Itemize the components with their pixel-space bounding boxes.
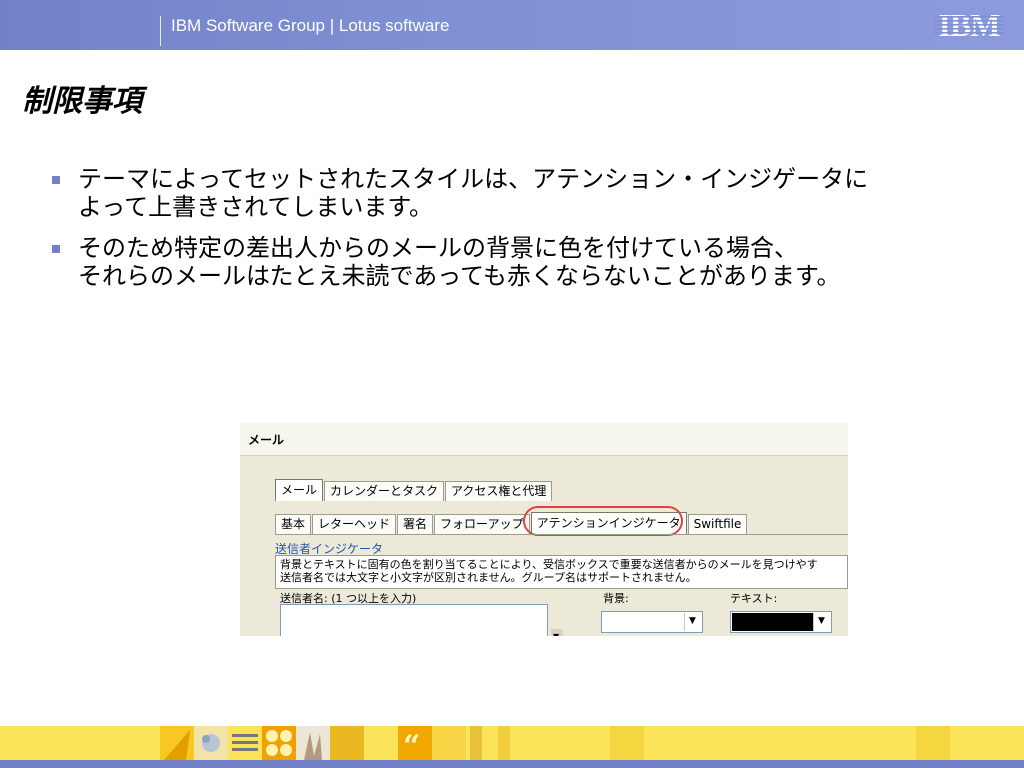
background-color-swatch: [603, 613, 685, 631]
scroll-down-button[interactable]: ▼: [551, 629, 563, 636]
header-divider: [160, 16, 161, 46]
footer-globe-icon: [202, 734, 220, 752]
description-box: 背景とテキストに固有の色を割り当てることにより、受信ボックスで重要な送信者からの…: [275, 555, 848, 589]
footer-yellow-band: [0, 726, 1024, 760]
mail-preferences-dialog: メール メール カレンダーとタスク アクセス権と代理 基本 レターヘッド 署名 …: [240, 423, 848, 636]
bullet-line: よって上書きされてしまいます。: [78, 193, 433, 221]
footer-tile: [610, 726, 644, 760]
tab-basics[interactable]: 基本: [275, 514, 312, 534]
description-line: 背景とテキストに固有の色を割り当てることにより、受信ボックスで重要な送信者からの…: [280, 558, 818, 571]
bullet-square-icon: [52, 245, 60, 253]
footer-band: “: [0, 726, 1024, 768]
highlight-circle: [523, 506, 683, 536]
sender-name-input[interactable]: [280, 604, 548, 636]
bullet-line: テーマによってセットされたスタイルは、アテンション・インジゲータに: [78, 165, 869, 193]
tab-letterhead[interactable]: レターヘッド: [312, 514, 397, 534]
footer-leaf-icon: [164, 730, 190, 760]
dialog-title: メール: [248, 433, 285, 447]
header-brand: IBM Software Group | Lotus software: [171, 16, 450, 35]
svg-text:“: “: [403, 729, 420, 760]
footer-tile: “: [398, 726, 432, 764]
background-color-select[interactable]: ▼: [601, 611, 703, 633]
bullet-square-icon: [52, 176, 60, 184]
ibm-logo: IBM: [934, 10, 1004, 40]
footer-tile: [262, 726, 296, 760]
bullet-list: テーマによってセットされたスタイルは、アテンション・インジゲータに よって上書き…: [48, 165, 908, 303]
header-bar: IBM Software Group | Lotus software IBM: [0, 0, 1024, 50]
text-color-swatch: [732, 613, 814, 631]
description-line: 送信者名では大文字と小文字が区別されません。グループ名はサポートされません。: [280, 571, 697, 584]
tab-swiftfile[interactable]: Swiftfile: [687, 514, 748, 534]
footer-tile: [432, 726, 466, 760]
footer-lines-icon: [232, 734, 258, 751]
triangle-down-icon: ▼: [553, 632, 559, 636]
dialog-title-bar: メール: [240, 423, 848, 456]
footer-tile: [916, 726, 950, 760]
dropdown-arrow-icon[interactable]: ▼: [684, 613, 701, 631]
footer-dots-icon: [266, 730, 292, 756]
footer-tile: [470, 726, 482, 760]
tab-calendar-tasks[interactable]: カレンダーとタスク: [324, 481, 445, 501]
footer-blue-bar: [0, 760, 1024, 768]
footer-tile: [160, 726, 194, 760]
tab-mail[interactable]: メール: [275, 479, 324, 501]
top-tab-row: メール カレンダーとタスク アクセス権と代理: [275, 479, 553, 501]
bullet-item: そのため特定の差出人からのメールの背景に色を付けている場合、 それらのメールはた…: [48, 234, 908, 290]
footer-tile: [228, 726, 262, 760]
footer-tile: [330, 726, 364, 760]
footer-quote-icon: “: [403, 729, 420, 764]
tab-divider: [275, 534, 848, 535]
bullet-line: そのため特定の差出人からのメールの背景に色を付けている場合、: [78, 234, 798, 262]
footer-tile: [364, 726, 398, 760]
text-color-select[interactable]: ▼: [730, 611, 832, 633]
footer-tile: [296, 726, 330, 760]
footer-tile: [498, 726, 510, 760]
background-label: 背景:: [603, 592, 629, 605]
page-title: 制限事項: [22, 84, 142, 119]
bullet-item: テーマによってセットされたスタイルは、アテンション・インジゲータに よって上書き…: [48, 165, 908, 221]
text-color-label: テキスト:: [730, 592, 778, 605]
footer-hands-icon: [304, 732, 322, 760]
tab-access-delegation[interactable]: アクセス権と代理: [445, 481, 553, 501]
tab-follow-up[interactable]: フォローアップ: [434, 514, 530, 534]
bullet-line: それらのメールはたとえ未読であっても赤くならないことがあります。: [78, 262, 841, 290]
tab-signature[interactable]: 署名: [397, 514, 434, 534]
dropdown-arrow-icon[interactable]: ▼: [813, 613, 830, 631]
footer-tile: [194, 726, 228, 760]
